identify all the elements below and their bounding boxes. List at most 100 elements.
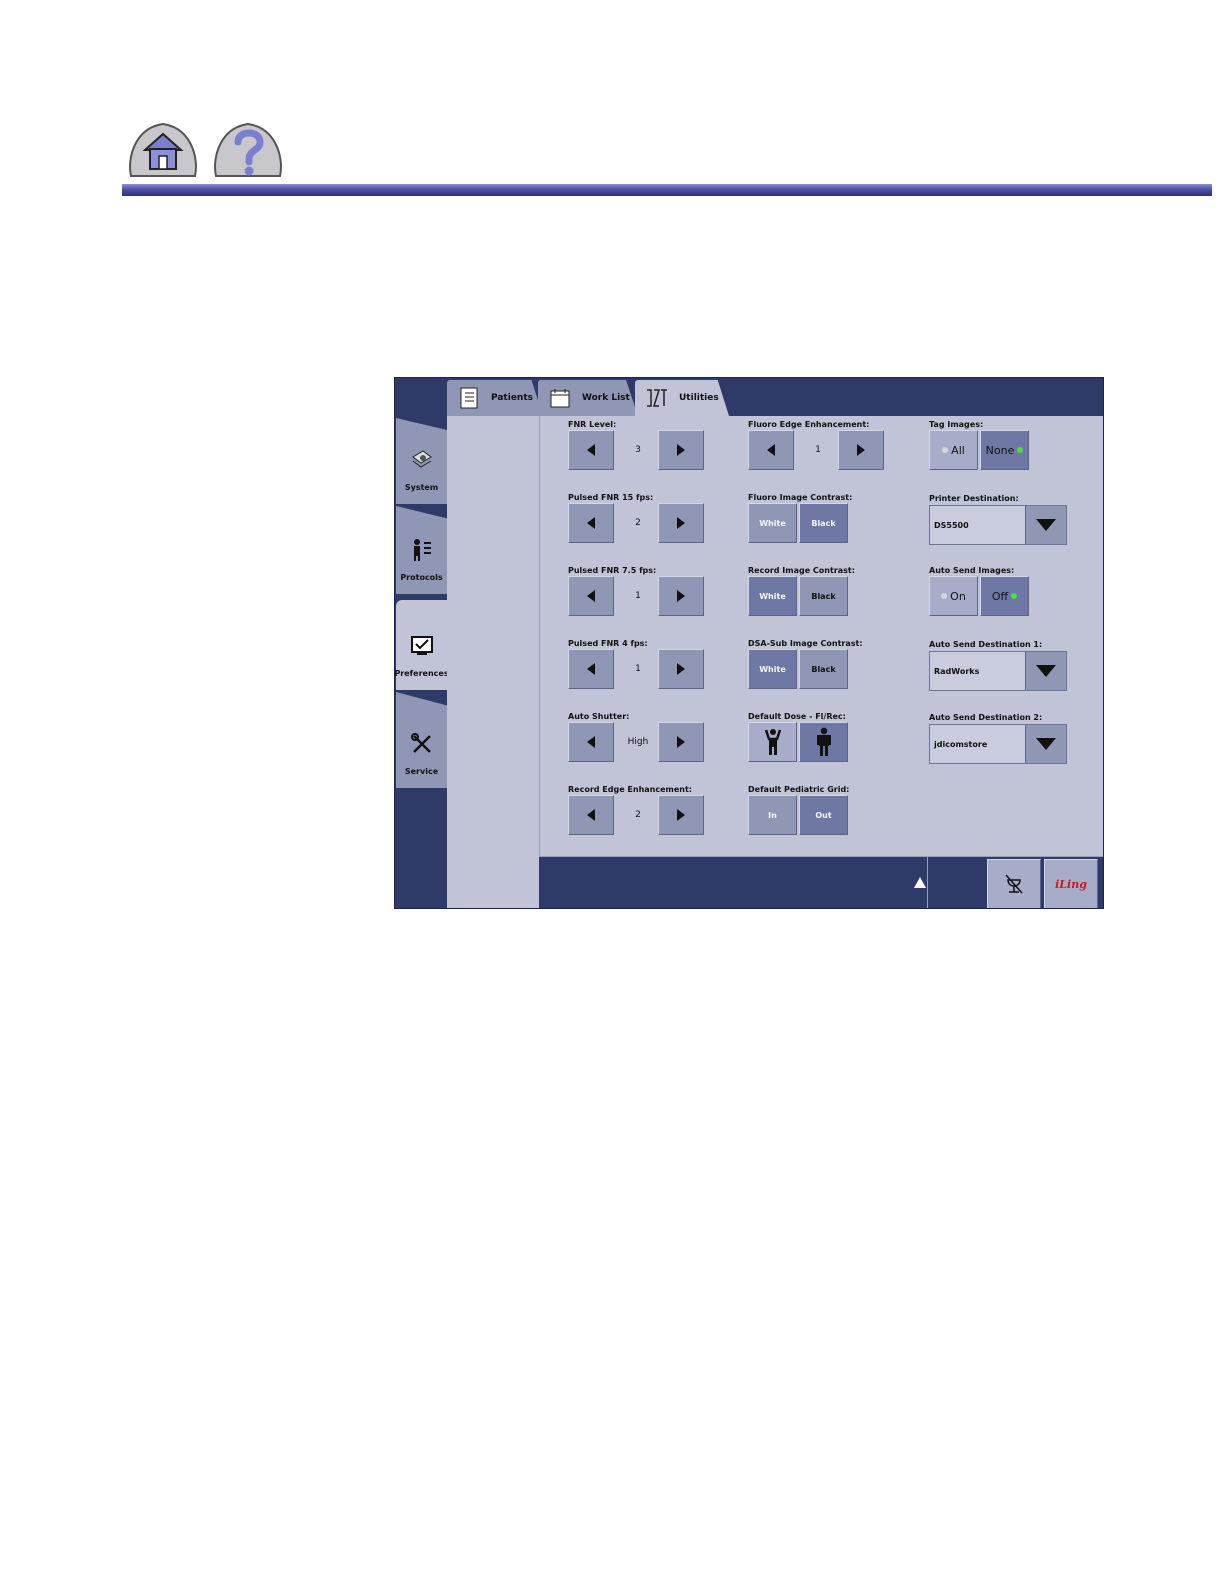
right-arrow-icon xyxy=(857,444,865,456)
tab-patients[interactable]: Patients xyxy=(447,380,543,416)
right-arrow-icon xyxy=(677,517,685,529)
help-icon xyxy=(214,122,282,177)
indicator-on-icon xyxy=(1011,593,1018,599)
record-edge-value: 2 xyxy=(635,810,641,820)
left-panel xyxy=(447,416,539,908)
pulsed-fnr-15-label: Pulsed FNR 15 fps: xyxy=(568,493,654,502)
auto-send-on-button[interactable]: On xyxy=(929,576,978,616)
left-arrow-icon xyxy=(587,736,595,748)
dropdown-arrow-button[interactable] xyxy=(1025,725,1066,763)
pulsed-fnr-15-increase-button[interactable] xyxy=(658,503,704,543)
pulsed-fnr-7-5-decrease-button[interactable] xyxy=(568,576,614,616)
fluoro-contrast-label: Fluoro Image Contrast: xyxy=(748,493,853,502)
pediatric-grid-in-button[interactable]: In xyxy=(748,795,797,835)
auto-send-dest1-value: RadWorks xyxy=(934,666,980,676)
auto-shutter-increase-button[interactable] xyxy=(658,722,704,762)
chevron-down-icon xyxy=(1036,738,1056,750)
person-arms-up-icon xyxy=(764,729,781,755)
tab-utilities-label: Utilities xyxy=(679,393,719,403)
auto-send-off-label: Off xyxy=(991,589,1009,603)
tag-images-none-button[interactable]: None xyxy=(980,430,1029,470)
fluoro-edge-increase-button[interactable] xyxy=(838,430,884,470)
fnr-level-value: 3 xyxy=(635,445,641,455)
tag-images-none-label: None xyxy=(985,443,1015,457)
left-arrow-icon xyxy=(587,517,595,529)
record-edge-label: Record Edge Enhancement: xyxy=(568,785,693,794)
pediatric-grid-out-button[interactable]: Out xyxy=(799,795,848,835)
pulsed-fnr-4-value: 1 xyxy=(635,664,641,674)
auto-shutter-label: Auto Shutter: xyxy=(568,712,630,721)
pulsed-fnr-7-5-value: 1 xyxy=(635,591,641,601)
dropdown-arrow-button[interactable] xyxy=(1025,652,1066,690)
top-tabs: Patients Work List Utilities xyxy=(395,378,1103,416)
pediatric-grid-label: Default Pediatric Grid: xyxy=(748,785,850,794)
left-arrow-icon xyxy=(587,663,595,675)
sidebar-item-protocols[interactable]: Protocols xyxy=(396,506,447,594)
auto-shutter-decrease-button[interactable] xyxy=(568,722,614,762)
right-arrow-icon xyxy=(677,736,685,748)
pulsed-fnr-4-decrease-button[interactable] xyxy=(568,649,614,689)
default-dose-label: Default Dose - Fl/Rec: xyxy=(748,712,846,721)
preferences-icon xyxy=(410,636,433,655)
sidebar-item-label: Protocols xyxy=(400,573,443,582)
pulsed-fnr-7-5-increase-button[interactable] xyxy=(658,576,704,616)
protocols-icon xyxy=(413,539,431,561)
auto-send-off-button[interactable]: Off xyxy=(980,576,1029,616)
disconnect-button[interactable] xyxy=(987,859,1041,908)
no-dish-icon xyxy=(1005,874,1023,894)
right-arrow-icon xyxy=(677,590,685,602)
left-arrow-icon xyxy=(587,444,595,456)
fluoro-contrast-white-button[interactable]: White xyxy=(748,503,797,543)
worklist-icon xyxy=(550,389,570,408)
auto-send-dest2-label: Auto Send Destination 2: xyxy=(929,713,1043,722)
pulsed-fnr-15-decrease-button[interactable] xyxy=(568,503,614,543)
dropdown-arrow-button[interactable] xyxy=(1025,506,1066,544)
fluoro-contrast-black-button[interactable]: Black xyxy=(799,503,848,543)
pulsed-fnr-4-increase-button[interactable] xyxy=(658,649,704,689)
auto-send-dest1-label: Auto Send Destination 1: xyxy=(929,640,1043,649)
printer-destination-label: Printer Destination: xyxy=(929,494,1019,503)
auto-send-dest2-select[interactable]: jdicomstore xyxy=(929,724,1067,764)
fluoro-edge-decrease-button[interactable] xyxy=(748,430,794,470)
triangle-up-icon[interactable] xyxy=(914,877,926,888)
right-arrow-icon xyxy=(677,444,685,456)
tab-worklist[interactable]: Work List xyxy=(538,380,638,416)
home-button[interactable] xyxy=(125,118,201,180)
pulsed-fnr-4-label: Pulsed FNR 4 fps: xyxy=(568,639,648,648)
dose-record-button[interactable] xyxy=(799,722,848,762)
home-icon xyxy=(129,122,197,177)
fnr-level-increase-button[interactable] xyxy=(658,430,704,470)
tag-images-all-button[interactable]: All xyxy=(929,430,978,470)
tab-worklist-label: Work List xyxy=(582,393,630,403)
record-contrast-white-button[interactable]: White xyxy=(748,576,797,616)
sidebar-item-service[interactable]: Service xyxy=(396,692,447,788)
tag-images-label: Tag Images: xyxy=(929,420,984,429)
dsa-contrast-black-button[interactable]: Black xyxy=(799,649,848,689)
chevron-down-icon xyxy=(1036,519,1056,531)
preferences-window: Patients Work List Utilities System Prot… xyxy=(394,377,1104,909)
record-contrast-black-button[interactable]: Black xyxy=(799,576,848,616)
chevron-down-icon xyxy=(1036,665,1056,677)
patients-icon xyxy=(460,387,478,409)
utilities-icon xyxy=(647,389,667,407)
person-standing-icon xyxy=(816,727,831,756)
pulsed-fnr-15-value: 2 xyxy=(635,518,641,528)
sidebar-item-preferences[interactable]: Preferences xyxy=(394,600,449,690)
tab-utilities[interactable]: Utilities xyxy=(635,380,729,416)
system-icon xyxy=(411,450,432,468)
bottom-controls: iLing xyxy=(927,856,1103,908)
left-arrow-icon xyxy=(587,590,595,602)
printer-destination-select[interactable]: DS5500 xyxy=(929,505,1067,545)
dose-fluoro-button[interactable] xyxy=(748,722,797,762)
help-button[interactable] xyxy=(210,118,286,180)
fnr-level-decrease-button[interactable] xyxy=(568,430,614,470)
dsa-contrast-white-button[interactable]: White xyxy=(748,649,797,689)
fluoro-edge-value: 1 xyxy=(815,445,821,455)
record-edge-decrease-button[interactable] xyxy=(568,795,614,835)
sidebar-item-label: Preferences xyxy=(394,669,449,678)
auto-send-dest2-value: jdicomstore xyxy=(934,739,988,749)
auto-send-dest1-select[interactable]: RadWorks xyxy=(929,651,1067,691)
sidebar-item-system[interactable]: System xyxy=(396,418,447,504)
record-edge-increase-button[interactable] xyxy=(658,795,704,835)
iling-button[interactable]: iLing xyxy=(1044,859,1098,908)
